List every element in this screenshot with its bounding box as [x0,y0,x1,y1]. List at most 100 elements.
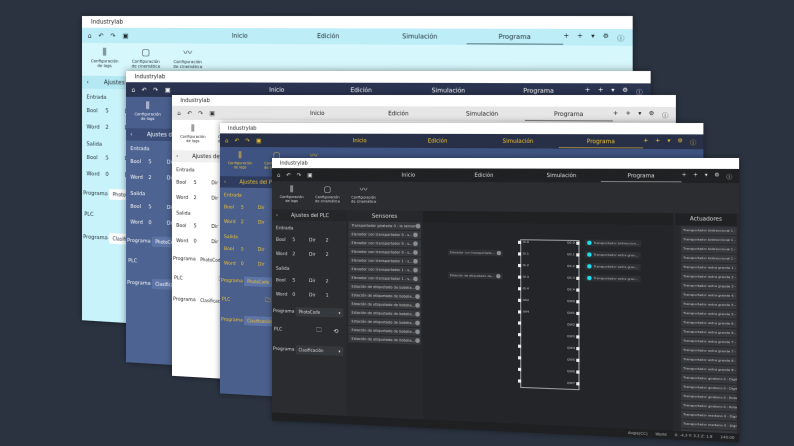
home-icon[interactable]: ⌂ [177,109,181,116]
input-pin[interactable]: I0.0 [518,240,529,244]
ribbon-button-2[interactable]: 〰Configuración de cinemática [172,47,203,74]
sensor-item[interactable]: Estación de etiquetado de botella... [348,334,421,345]
actuator-item[interactable]: Transportador bidireccional 1 - vel... [680,244,737,254]
save-icon[interactable]: ▣ [307,171,312,178]
output-connection[interactable]: Transportador extra gran... [584,251,641,259]
redo-icon[interactable]: ↷ [198,109,203,116]
io-count[interactable]: 5 [292,238,309,243]
add-icon[interactable]: + [693,172,698,180]
input-pin[interactable]: I0.1 [518,252,529,256]
io-count[interactable]: 5 [105,108,124,114]
output-pin[interactable]: QW4 [567,346,580,350]
input-pin[interactable]: I0.3 [518,275,529,279]
input-connection[interactable]: Elevador con transportado... [447,249,504,257]
tab-1[interactable]: Edición [398,135,477,148]
tab-0[interactable]: Inicio [197,29,284,43]
tab-3[interactable]: Programa [559,135,643,148]
dir-value[interactable]: 2 [326,238,343,243]
actuator-item[interactable]: Transportador extra grande 7 - Di... [680,336,737,347]
output-pin[interactable]: Q0.2 [567,264,580,268]
tab-0[interactable]: Inicio [322,134,399,147]
tab-2[interactable]: Simulación [522,169,601,181]
sensor-item[interactable]: Elevador con transportador 1 - s... [348,264,421,275]
gear-icon[interactable]: ⚙ [678,138,683,147]
output-connection[interactable]: Transportador bidireccion... [584,239,642,247]
tab-2[interactable]: Simulación [440,107,525,121]
input-pin[interactable]: IW2 [518,298,529,302]
reset-icon[interactable]: ⟲ [327,327,344,335]
ribbon-button-0[interactable]: ⫼ Configuración de logs [279,184,305,206]
io-count[interactable]: 0 [241,261,258,267]
sensor-item[interactable]: Transportador giratorio 0 - Ia sensor [348,221,421,231]
output-pin[interactable]: Q0.0 [567,241,580,245]
actuator-item[interactable]: Transportador extra grande 6 - Di... [680,327,737,338]
programa-select[interactable]: PhotoCode ▾ [295,307,344,318]
dir-value[interactable]: 1 [326,293,343,299]
angle-mode[interactable]: Angle(CC) [628,431,648,436]
save-icon[interactable]: ▣ [122,32,128,40]
sensor-item[interactable]: Elevador con transportador 0 - s... [348,238,421,248]
undo-icon[interactable]: ↶ [142,86,147,93]
output-pin[interactable]: QW1 [567,311,580,315]
actuator-item[interactable]: Transportador extra grande 5 - Di... [680,299,737,310]
ribbon-button-1[interactable]: ▢Configuración de cinemática [131,47,161,73]
sensor-item[interactable]: Elevador con transportador 0 - s... [348,247,421,257]
actuator-item[interactable]: Transportador extra grande 7 - Di... [680,345,737,356]
sensor-item[interactable]: Elevador con transportador 1 - s... [348,273,421,283]
folder-icon[interactable]: 🗀 [310,325,327,336]
chevron-down-icon[interactable]: ▾ [638,110,641,119]
undo-icon[interactable]: ↶ [187,109,192,116]
actuator-item[interactable]: Transportador extra grande 5 - Di... [680,309,737,319]
add-icon[interactable]: + [626,110,631,119]
redo-icon[interactable]: ↷ [245,137,250,144]
io-count[interactable]: 5 [194,224,212,230]
input-pin[interactable] [518,333,523,337]
redo-icon[interactable]: ↷ [110,32,115,40]
input-pin[interactable] [518,321,523,325]
redo-icon[interactable]: ↷ [297,171,302,178]
output-pin[interactable]: QW3 [567,334,580,338]
output-pin[interactable]: QW2 [567,323,580,327]
input-pin[interactable]: I0.4 [518,287,529,291]
output-connection[interactable]: Transportador extra gran... [584,274,641,283]
add-icon[interactable]: + [682,172,687,180]
wiring-canvas[interactable]: I0.0 I0.1 I0.2 I0.3 I0.4 IW2 IW4 Q0.0 Q0.1 Q0.2 Q0… [422,210,674,440]
io-count[interactable]: 5 [194,180,212,186]
io-count[interactable]: 5 [292,278,309,283]
io-count[interactable]: 5 [148,159,166,165]
chevron-down-icon[interactable]: ▾ [591,32,594,42]
actuator-item[interactable]: Transportador extra grande 4 - Di... [680,290,737,301]
tab-1[interactable]: Edición [284,29,374,43]
io-count[interactable]: 5 [241,205,258,211]
ribbon-button-1[interactable]: ▢Configuración de cinemática [314,184,340,207]
input-pin[interactable]: IW4 [518,310,529,314]
input-pin[interactable] [518,367,523,372]
tab-1[interactable]: Edición [357,107,439,120]
io-count[interactable]: 5 [148,204,166,210]
io-count[interactable]: 0 [105,172,124,179]
add-icon[interactable]: + [655,137,660,146]
undo-icon[interactable]: ↶ [98,32,103,40]
input-pin[interactable]: I0.2 [518,263,529,267]
home-icon[interactable]: ⌂ [277,171,280,178]
output-pin[interactable]: QW5 [567,358,580,362]
ribbon-button-0[interactable]: ⫼ Configuración de logs [134,100,162,125]
actuator-item[interactable]: Transportador extra grande 2 - Di... [680,272,737,282]
io-count[interactable]: 2 [292,252,309,257]
info-icon[interactable]: ⓘ [662,110,668,120]
io-count[interactable]: 0 [148,220,166,226]
undo-icon[interactable]: ↶ [235,137,240,144]
actuator-item[interactable]: Transportador extra grande 1 - Di... [680,263,737,273]
add-icon[interactable]: + [577,32,583,42]
home-icon[interactable]: ⌂ [225,137,229,144]
sensor-item[interactable]: Elevador con transportador 1 - s... [348,256,421,266]
output-pin[interactable]: Q0.3 [567,276,580,280]
io-count[interactable]: 5 [241,247,258,253]
io-count[interactable]: 2 [105,125,124,131]
dir-value[interactable]: 2 [326,279,343,284]
io-count[interactable]: 0 [292,292,309,297]
output-pin[interactable]: QW7 [567,381,580,385]
input-connection[interactable]: Estación de etiquetado de... [447,272,503,280]
tab-3[interactable]: Programa [525,107,613,121]
save-icon[interactable]: ▣ [209,109,214,116]
